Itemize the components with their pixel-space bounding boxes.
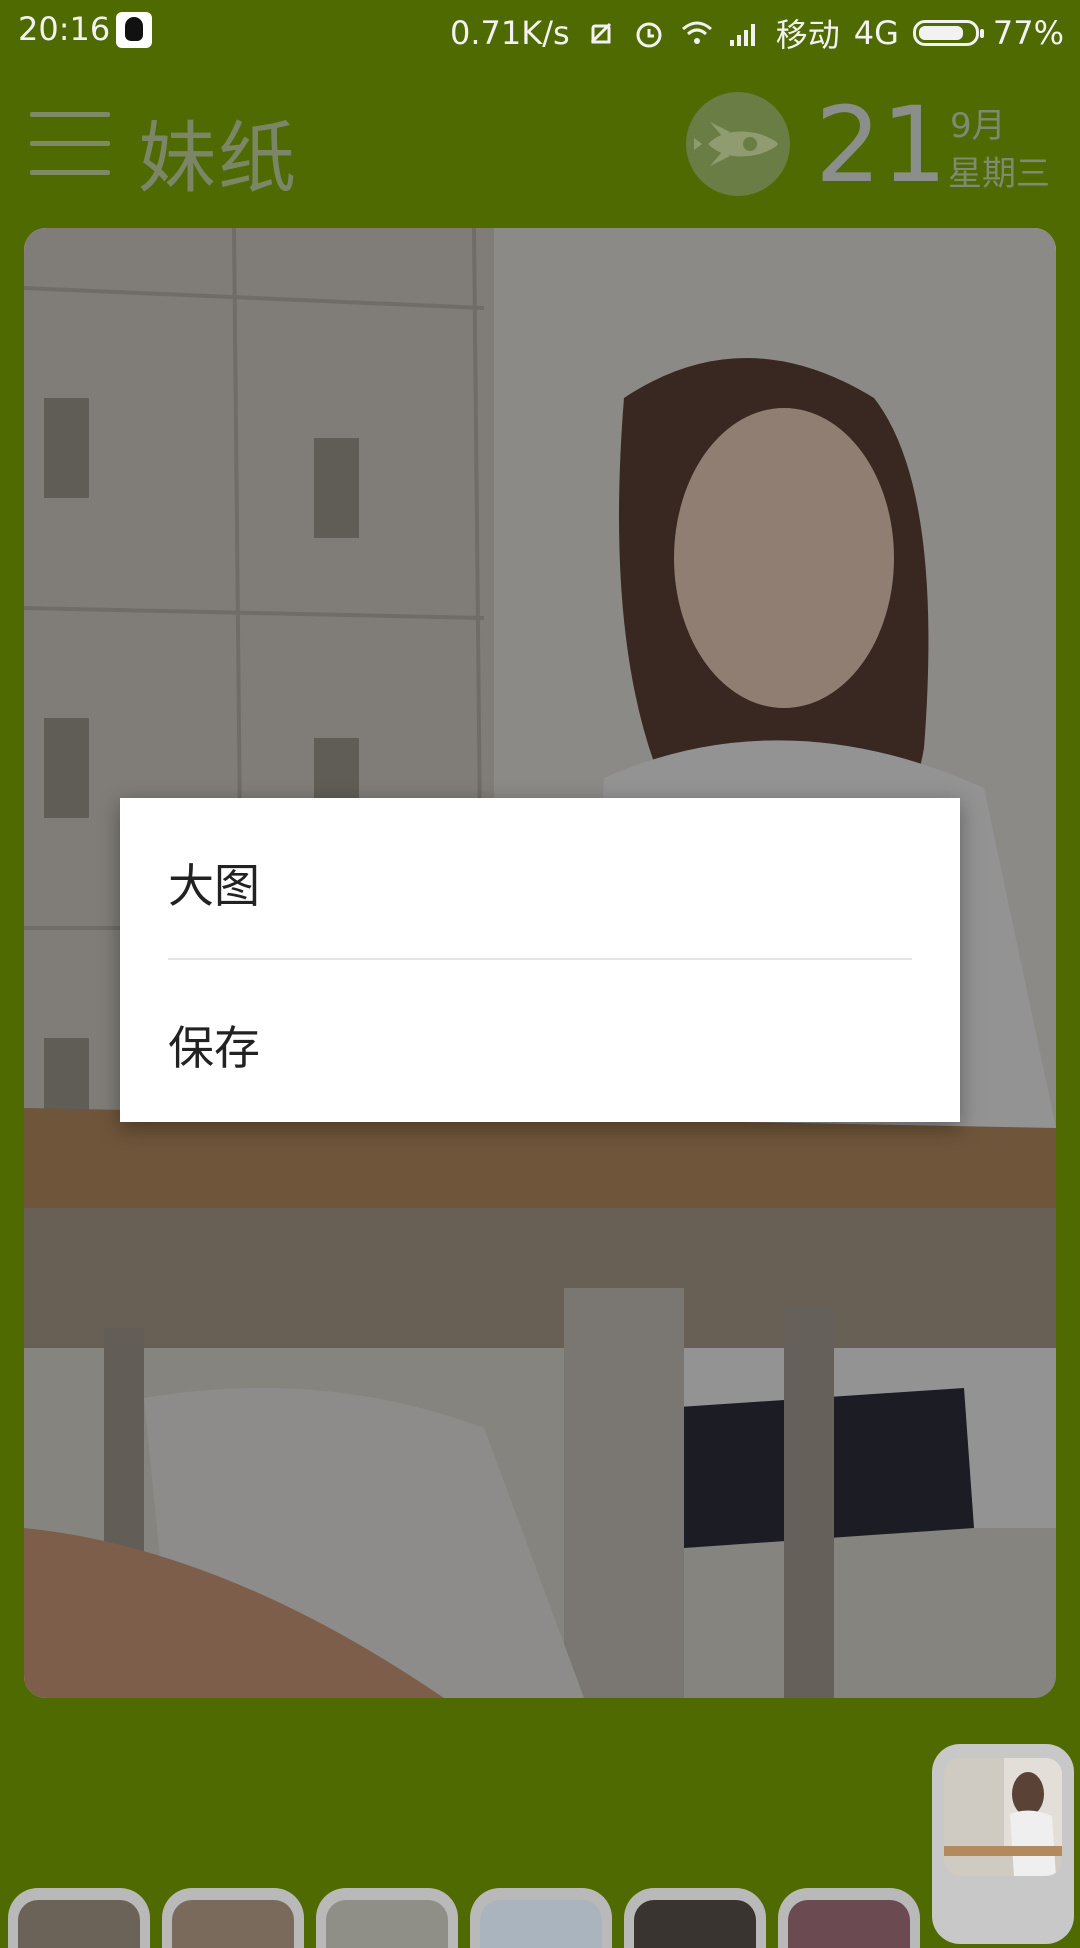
menu-divider: [168, 958, 912, 960]
thumbnail-item[interactable]: [8, 1888, 150, 1948]
thumbnail-item[interactable]: [624, 1888, 766, 1948]
carrier-name: 移动: [775, 16, 840, 54]
network-speed: 0.71K/s: [450, 14, 570, 52]
signal-icon: [729, 24, 755, 46]
date-day: 21: [815, 84, 948, 206]
thumbnail-item[interactable]: [162, 1888, 304, 1948]
rocket-button[interactable]: [686, 92, 790, 196]
network-type: 4G: [853, 14, 899, 52]
save-option[interactable]: 保存: [168, 1012, 260, 1078]
date-weekday: 星期三: [948, 154, 1050, 194]
date-month: 9月: [950, 106, 1006, 146]
status-bar: 20:16 0.71K/s 移动 4G 77%: [0, 0, 1080, 62]
view-large-option[interactable]: 大图: [168, 850, 260, 916]
wifi-icon: [681, 21, 712, 44]
alarm-icon: [636, 22, 662, 48]
app-bar: 妹纸 21 9月 星期三: [0, 62, 1080, 224]
thumbnail-photo: [944, 1758, 1062, 1876]
menu-icon[interactable]: [30, 112, 110, 176]
thumbnail-item[interactable]: [470, 1888, 612, 1948]
thumbnail-item[interactable]: [778, 1888, 920, 1948]
page-title: 妹纸: [138, 114, 299, 204]
thumbnail-strip: [0, 1888, 1080, 1948]
rocket-icon: [694, 122, 778, 166]
thumbnail-item[interactable]: [316, 1888, 458, 1948]
status-time: 20:16: [18, 10, 111, 48]
battery-percent: 77%: [992, 14, 1064, 52]
status-indicators: 0.71K/s 移动 4G 77%: [450, 10, 1064, 56]
battery-icon: [912, 20, 984, 46]
qq-notification-icon: [116, 12, 152, 48]
context-menu-dialog: 大图 保存: [120, 798, 960, 1122]
vibrate-off-icon: [590, 22, 611, 44]
